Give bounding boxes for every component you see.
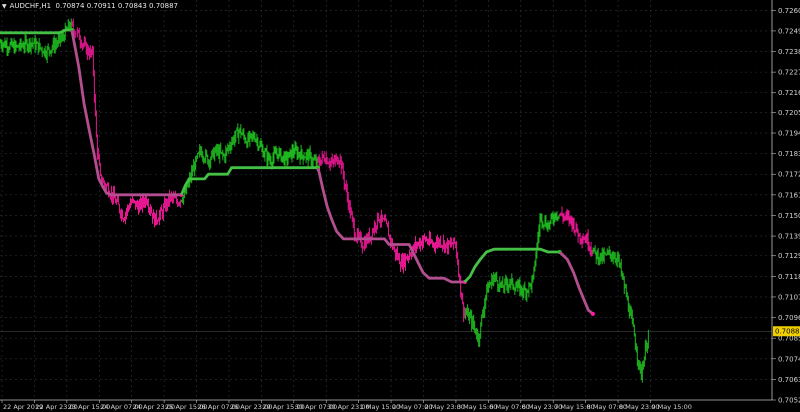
ohlc-values: 0.70874 0.70911 0.70843 0.70887 — [55, 2, 178, 10]
price-chart[interactable]: 0.72600 0.72490 0.72380 0.72270 0.72160 0.720… — [0, 0, 800, 412]
chart-background — [0, 0, 800, 412]
y-tick-label: 0.71725 — [778, 171, 800, 179]
y-tick-label: 0.70740 — [778, 355, 800, 363]
y-tick-label: 0.71290 — [778, 252, 800, 260]
y-tick-label: 0.71505 — [778, 212, 800, 220]
triangle-down-icon[interactable]: ▼ — [2, 3, 7, 10]
symbol-timeframe: AUDCHF,H1 — [9, 2, 52, 10]
y-tick-label: 0.70520 — [778, 397, 800, 405]
y-tick-label: 0.71615 — [778, 191, 800, 199]
y-tick-label: 0.71395 — [778, 233, 800, 241]
x-tick-label: 9 May 15:00 — [651, 403, 691, 411]
trend-switch-dot — [590, 311, 595, 316]
y-tick-label: 0.72270 — [778, 69, 800, 77]
y-tick-label: 0.72490 — [778, 27, 800, 35]
current-price-marker: 0.70887 — [773, 326, 800, 337]
current-price-label: 0.70887 — [775, 328, 800, 336]
y-tick-label: 0.72380 — [778, 48, 800, 56]
y-tick-label: 0.71835 — [778, 150, 800, 158]
y-tick-label: 0.71070 — [778, 293, 800, 301]
y-tick-label: 0.70960 — [778, 314, 800, 322]
y-tick-label: 0.72055 — [778, 109, 800, 117]
y-tick-label: 0.70630 — [778, 376, 800, 384]
y-tick-label: 0.72160 — [778, 89, 800, 97]
chart-title-bar: ▼ AUDCHF,H1 0.70874 0.70911 0.70843 0.708… — [2, 2, 178, 10]
y-tick-label: 0.71945 — [778, 130, 800, 138]
y-tick-label: 0.72600 — [778, 7, 800, 15]
y-tick-label: 0.71180 — [778, 273, 800, 281]
